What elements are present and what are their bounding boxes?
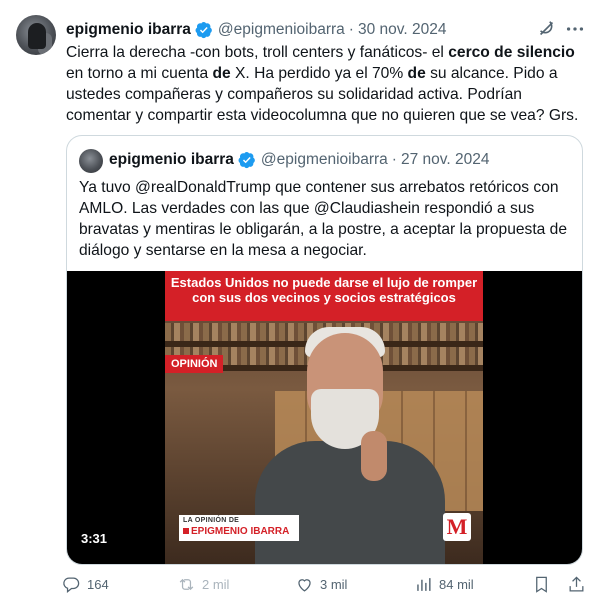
quote-text: Ya tuvo @realDonaldTrump que contener su… <box>79 179 568 259</box>
quote-author-avatar[interactable] <box>79 149 103 173</box>
tweet-card[interactable]: epigmenio ibarra @epigmenioibarra · 30 n… <box>0 0 612 615</box>
like-button[interactable]: 3 mil <box>295 572 347 596</box>
bookmark-icon <box>536 576 547 593</box>
video-duration: 3:31 <box>81 531 108 546</box>
author-avatar[interactable] <box>16 15 56 55</box>
quote-header: epigmenio ibarra @epigmenioibarra · 27 n… <box>109 149 489 171</box>
bookmark-button[interactable] <box>532 572 557 596</box>
views-icon <box>417 577 431 591</box>
quote-author-handle[interactable]: @epigmenioibarra <box>261 151 388 169</box>
reply-button[interactable]: 164 <box>62 572 109 596</box>
action-bar: 164 2 mil 3 mil 84 mil <box>62 572 592 596</box>
author-handle[interactable]: @epigmenioibarra <box>218 21 345 39</box>
repost-icon <box>179 578 194 590</box>
reply-count: 164 <box>87 576 109 592</box>
verified-badge-icon <box>238 151 255 169</box>
like-count: 3 mil <box>320 576 348 592</box>
quoted-tweet[interactable]: epigmenio ibarra @epigmenioibarra · 27 n… <box>66 135 583 565</box>
repost-count: 2 mil <box>202 576 230 592</box>
grok-icon[interactable] <box>536 18 558 40</box>
tweet-text: Cierra la derecha -con bots, troll cente… <box>66 44 579 124</box>
more-icon[interactable] <box>564 18 586 40</box>
author-name[interactable]: epigmenio ibarra <box>66 21 191 39</box>
opinion-tag: OPINIÓN <box>165 355 224 373</box>
video-thumbnail: Estados Unidos no puede darse el lujo de… <box>165 271 483 564</box>
verified-badge-icon <box>195 21 212 39</box>
views-button[interactable]: 84 mil <box>414 572 474 596</box>
views-count: 84 mil <box>439 576 474 592</box>
tweet-header: epigmenio ibarra @epigmenioibarra · 30 n… <box>66 19 446 41</box>
quote-date[interactable]: 27 nov. 2024 <box>401 151 489 169</box>
repost-button[interactable]: 2 mil <box>177 572 229 596</box>
like-icon <box>298 578 311 592</box>
share-icon <box>569 575 584 591</box>
video-banner: Estados Unidos no puede darse el lujo de… <box>165 271 483 321</box>
author-sticker: LA OPINIÓN DE EPIGMENIO IBARRA <box>179 515 299 541</box>
reply-icon <box>63 577 80 593</box>
video-player[interactable]: Estados Unidos no puede darse el lujo de… <box>67 271 582 564</box>
header-separator: · <box>348 21 354 38</box>
share-button[interactable] <box>567 572 592 596</box>
tweet-date[interactable]: 30 nov. 2024 <box>358 21 446 39</box>
quote-author-name[interactable]: epigmenio ibarra <box>109 151 234 169</box>
milenio-logo: M <box>443 513 471 541</box>
quote-header-separator: · <box>391 151 397 168</box>
